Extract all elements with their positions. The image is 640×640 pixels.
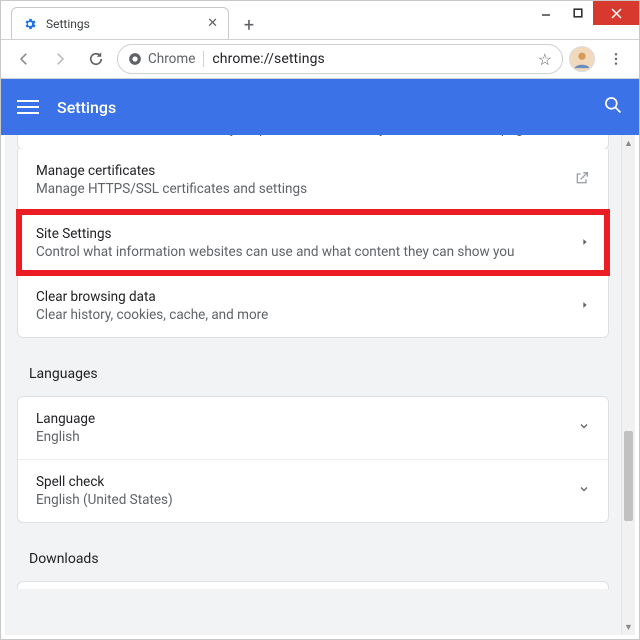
row-value: English xyxy=(36,429,568,445)
scroll-down-arrow-icon[interactable]: ▼ xyxy=(622,619,635,635)
hamburger-menu-button[interactable] xyxy=(17,100,39,114)
row-value: English (United States) xyxy=(36,492,568,508)
scrollbar-track[interactable] xyxy=(622,151,635,619)
window-minimize-button[interactable] xyxy=(529,1,563,25)
page-title: Settings xyxy=(57,98,116,117)
language-row[interactable]: Language English xyxy=(18,397,608,459)
site-chip-label: Chrome xyxy=(148,51,195,67)
row-title: Spell check xyxy=(36,474,568,490)
settings-appbar: Settings xyxy=(1,79,639,135)
settings-scroll-area[interactable]: Uses cookies to remember your preference… xyxy=(5,135,621,635)
downloads-section-label: Downloads xyxy=(29,551,597,567)
reload-button[interactable] xyxy=(81,44,111,74)
window-maximize-button[interactable] xyxy=(563,1,593,25)
clear-browsing-data-row[interactable]: Clear browsing data Clear history, cooki… xyxy=(18,274,608,337)
scroll-up-arrow-icon[interactable]: ▲ xyxy=(622,135,635,151)
cookies-row-cutoff: Uses cookies to remember your preference… xyxy=(17,135,609,150)
manage-certificates-row[interactable]: Manage certificates Manage HTTPS/SSL cer… xyxy=(18,149,608,211)
site-chip[interactable]: Chrome xyxy=(128,51,195,67)
row-desc: Clear history, cookies, cache, and more xyxy=(36,307,570,323)
row-desc: Control what information websites can us… xyxy=(36,244,570,260)
chevron-right-icon xyxy=(580,299,590,314)
chevron-right-icon xyxy=(580,236,590,251)
browser-toolbar: Chrome chrome://settings ☆ xyxy=(1,39,639,79)
vertical-scrollbar[interactable]: ▲ ▼ xyxy=(621,135,635,635)
scrollbar-thumb[interactable] xyxy=(624,431,633,521)
kebab-menu-button[interactable] xyxy=(601,44,631,74)
row-title: Clear browsing data xyxy=(36,289,570,305)
tab-title: Settings xyxy=(46,17,199,31)
tab-settings[interactable]: Settings ✕ xyxy=(11,7,229,39)
row-title: Language xyxy=(36,411,568,427)
chevron-down-icon xyxy=(578,420,590,436)
profile-avatar[interactable] xyxy=(569,46,595,72)
new-tab-button[interactable]: + xyxy=(235,11,263,39)
row-title: Manage certificates xyxy=(36,163,564,179)
close-tab-icon[interactable]: ✕ xyxy=(207,16,218,31)
external-link-icon xyxy=(574,170,590,190)
omnibox-divider xyxy=(203,51,204,67)
chrome-logo-icon xyxy=(128,52,142,66)
address-bar[interactable]: Chrome chrome://settings ☆ xyxy=(117,44,563,74)
site-settings-row[interactable]: Site Settings Control what information w… xyxy=(18,211,608,274)
forward-button[interactable] xyxy=(45,44,75,74)
chevron-down-icon xyxy=(578,483,590,499)
languages-section-label: Languages xyxy=(29,366,597,382)
url-text: chrome://settings xyxy=(212,51,529,67)
window-close-button[interactable] xyxy=(593,1,639,25)
back-button[interactable] xyxy=(9,44,39,74)
row-desc: Manage HTTPS/SSL certificates and settin… xyxy=(36,181,564,197)
search-button[interactable] xyxy=(603,95,623,119)
spell-check-row[interactable]: Spell check English (United States) xyxy=(18,459,608,522)
gear-icon xyxy=(22,16,38,32)
bookmark-star-icon[interactable]: ☆ xyxy=(538,50,552,69)
row-title: Site Settings xyxy=(36,226,570,242)
